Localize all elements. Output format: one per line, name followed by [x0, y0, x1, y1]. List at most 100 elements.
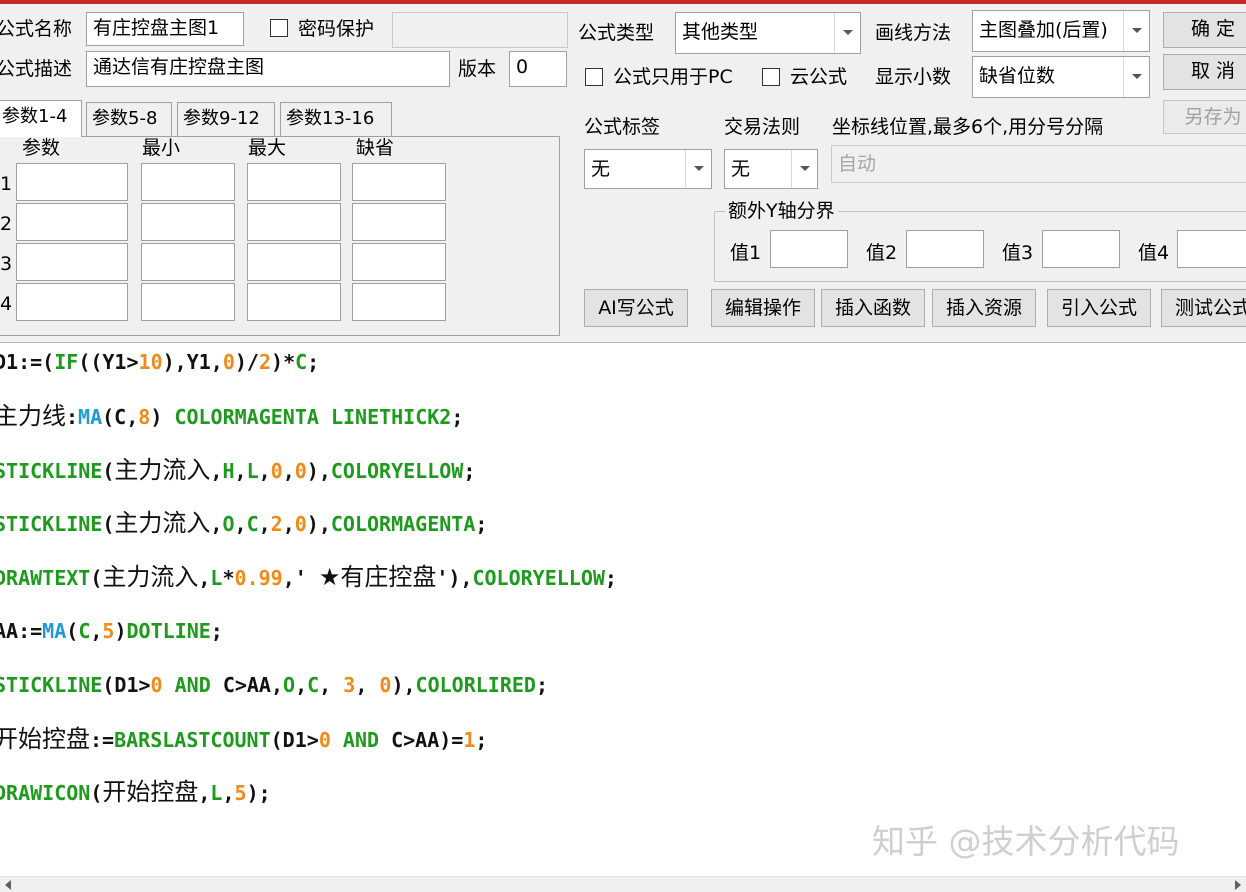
code-token: :	[66, 404, 79, 429]
code-token: 0	[222, 350, 235, 374]
param-cell-input[interactable]	[141, 243, 235, 281]
pc-only-checkbox[interactable]	[585, 68, 603, 86]
param-cell-input[interactable]	[247, 203, 341, 241]
param-cell-input[interactable]	[352, 283, 446, 321]
code-token: 10	[138, 350, 163, 374]
code-token: *	[222, 566, 235, 591]
formula-tag-select[interactable]: 无	[584, 149, 712, 189]
code-token: (D1>	[270, 727, 319, 752]
code-token: (C,	[102, 404, 139, 429]
param-cell-input[interactable]	[352, 163, 446, 201]
chevron-down-icon[interactable]	[791, 150, 817, 188]
code-token: ;	[210, 619, 223, 643]
formula-desc-input[interactable]: 通达信有庄控盘主图	[86, 51, 450, 87]
code-token: 2	[258, 350, 272, 374]
value4-input[interactable]	[1177, 230, 1246, 268]
tab-params-13-16[interactable]: 参数13-16	[280, 102, 392, 136]
code-token: ,	[258, 512, 271, 537]
chevron-down-icon[interactable]	[834, 13, 860, 53]
param-row-number: 3	[0, 253, 13, 275]
import-formula-button[interactable]: 引入公式	[1047, 289, 1151, 327]
insert-function-button[interactable]: 插入函数	[821, 289, 925, 327]
param-cell-input[interactable]	[247, 283, 341, 321]
param-cell-input[interactable]	[16, 283, 128, 321]
param-cell-input[interactable]	[16, 243, 128, 281]
code-token: D1:=(	[0, 350, 55, 374]
chevron-down-icon[interactable]	[685, 150, 711, 188]
decimals-select[interactable]: 缺省位数	[972, 56, 1150, 98]
value4-label: 值4	[1138, 242, 1170, 264]
param-cell-input[interactable]	[16, 163, 128, 201]
decimals-label: 显示小数	[875, 66, 952, 88]
scroll-right-icon[interactable]	[1230, 877, 1246, 892]
code-token: 0	[294, 458, 307, 483]
test-formula-button[interactable]: 测试公式	[1161, 289, 1246, 327]
horizontal-scrollbar[interactable]	[0, 876, 1246, 892]
code-token: ,'	[282, 566, 319, 591]
formula-tag-label: 公式标签	[584, 116, 661, 138]
value1-input[interactable]	[770, 230, 848, 268]
code-token: AND	[330, 727, 392, 752]
code-token: ,	[319, 672, 344, 697]
draw-method-select[interactable]: 主图叠加(后置)	[972, 10, 1150, 52]
code-token: L	[210, 781, 223, 806]
tab-params-9-12[interactable]: 参数9-12	[177, 102, 275, 136]
param-cell-input[interactable]	[352, 243, 446, 281]
code-token: C	[78, 619, 91, 643]
code-line: DRAWICON(开始控盘,L,5);	[0, 775, 271, 809]
param-cell-input[interactable]	[141, 203, 235, 241]
code-token: ),	[306, 512, 331, 537]
password-input[interactable]	[392, 12, 568, 48]
code-token: ,	[282, 512, 295, 537]
code-token: DRAWTEXT	[0, 566, 91, 591]
code-token: BARSLASTCOUNT	[114, 727, 271, 752]
code-token: ,	[90, 619, 103, 643]
decimals-value: 缺省位数	[979, 65, 1056, 87]
insert-resource-button[interactable]: 插入资源	[932, 289, 1036, 327]
code-token: COLORMAGENTA	[330, 512, 476, 537]
scroll-left-icon[interactable]	[0, 877, 16, 892]
max-col-header: 最大	[248, 137, 287, 159]
code-token: O	[222, 512, 235, 537]
param-cell-input[interactable]	[247, 243, 341, 281]
save-as-button[interactable]: 另存为	[1163, 100, 1246, 134]
code-line: STICKLINE(D1>0 AND C>AA,O,C, 3, 0),COLOR…	[0, 668, 548, 702]
chevron-down-icon[interactable]	[1123, 11, 1149, 51]
trade-rule-select[interactable]: 无	[724, 149, 818, 189]
tab-params-5-8[interactable]: 参数5-8	[86, 102, 172, 136]
axis-lines-input[interactable]: 自动	[831, 145, 1246, 183]
code-token: ),Y1,	[162, 350, 223, 374]
formula-type-label: 公式类型	[578, 22, 655, 44]
value2-input[interactable]	[906, 230, 984, 268]
formula-name-label: 公式名称	[0, 18, 73, 40]
formula-name-input[interactable]: 有庄控盘主图1	[86, 12, 244, 46]
param-cell-input[interactable]	[247, 163, 341, 201]
ok-button[interactable]: 确 定	[1163, 12, 1246, 48]
code-editor[interactable]: D1:=(IF((Y1>10),Y1,0)/2)*C; 主力线:MA(C,8) C…	[0, 344, 1246, 876]
param-cell-input[interactable]	[141, 163, 235, 201]
code-token: (D1>	[102, 672, 151, 697]
code-token: ;	[463, 458, 476, 483]
code-token: (	[102, 512, 115, 537]
draw-method-label: 画线方法	[875, 22, 952, 44]
code-token: C>AA)=	[391, 727, 464, 752]
tab-params-1-4[interactable]: 参数1-4	[0, 100, 82, 137]
ai-write-formula-button[interactable]: AI写公式	[584, 289, 688, 327]
chevron-down-icon[interactable]	[1123, 57, 1149, 97]
value1-label: 值1	[730, 242, 762, 264]
param-cell-input[interactable]	[141, 283, 235, 321]
code-token: ,	[222, 781, 235, 806]
formula-type-select[interactable]: 其他类型	[675, 12, 861, 54]
code-token: DRAWICON	[0, 781, 91, 806]
password-protect-checkbox[interactable]	[270, 19, 288, 37]
cancel-button[interactable]: 取 消	[1163, 54, 1246, 90]
code-token: AA:=	[0, 619, 43, 643]
code-token: 5	[234, 781, 247, 806]
param-cell-input[interactable]	[16, 203, 128, 241]
cloud-formula-checkbox[interactable]	[762, 68, 780, 86]
value3-input[interactable]	[1042, 230, 1120, 268]
edit-operations-button[interactable]: 编辑操作	[711, 289, 815, 327]
param-cell-input[interactable]	[352, 203, 446, 241]
version-input[interactable]: 0	[509, 51, 567, 87]
code-line: 开始控盘:=BARSLASTCOUNT(D1>0 AND C>AA)=1;	[0, 722, 487, 756]
